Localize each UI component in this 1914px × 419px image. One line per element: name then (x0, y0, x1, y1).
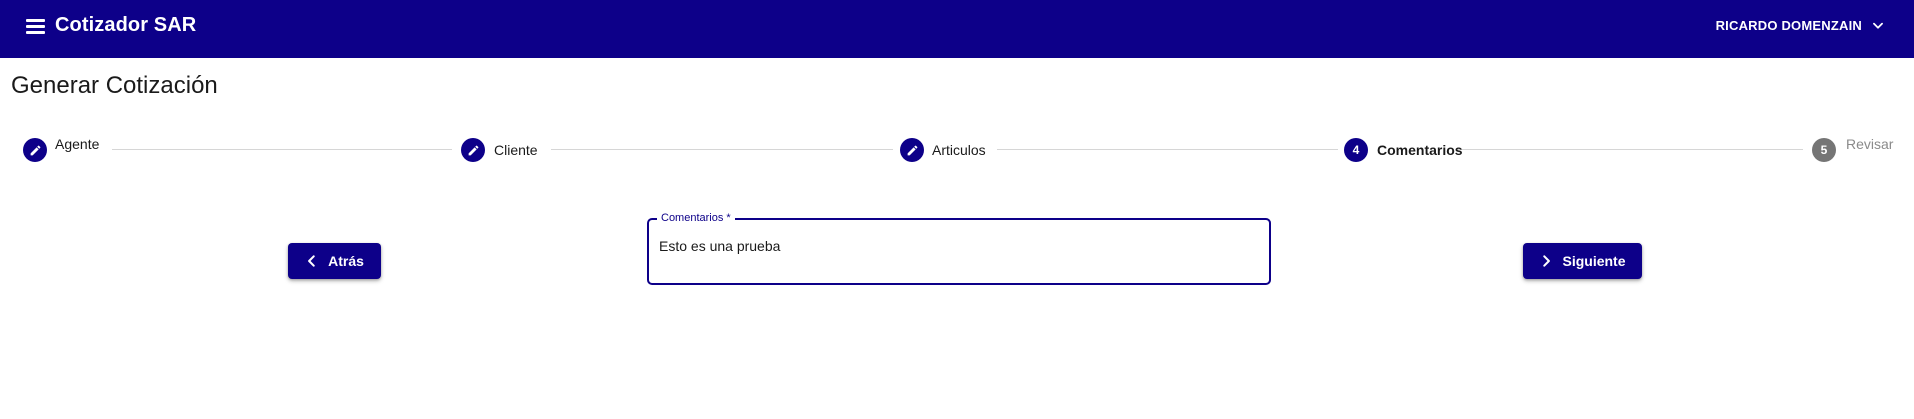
chevron-left-icon (308, 255, 315, 267)
stepper: Agente Cliente Articulos 4 Comentarios 5… (0, 132, 1914, 168)
comments-field[interactable]: Comentarios * (647, 211, 1271, 285)
step-agente-edit-icon[interactable] (23, 138, 47, 162)
step-revisar-label[interactable]: Revisar (1846, 136, 1893, 152)
next-button[interactable]: Siguiente (1523, 243, 1642, 279)
next-button-label: Siguiente (1562, 253, 1626, 269)
user-menu[interactable]: RICARDO DOMENZAIN (1716, 18, 1885, 33)
step-agente-label[interactable]: Agente (55, 136, 99, 152)
step-connector (1457, 149, 1803, 150)
page-title: Generar Cotización (11, 72, 218, 99)
step-revisar-number[interactable]: 5 (1812, 138, 1836, 162)
user-name: RICARDO DOMENZAIN (1715, 18, 1862, 33)
edit-icon (907, 145, 917, 155)
step-connector (112, 149, 452, 150)
app-title: Cotizador SAR (55, 14, 197, 36)
back-button[interactable]: Atrás (288, 243, 381, 279)
top-app-bar: Cotizador SAR RICARDO DOMENZAIN (0, 0, 1914, 58)
step-connector (551, 149, 893, 150)
step-comentarios-number[interactable]: 4 (1344, 138, 1368, 162)
comments-input[interactable] (659, 238, 1249, 254)
step-comentarios-label[interactable]: Comentarios (1377, 142, 1463, 158)
edit-icon (30, 145, 40, 155)
back-button-label: Atrás (328, 253, 364, 269)
step-cliente-edit-icon[interactable] (461, 138, 485, 162)
edit-icon (468, 145, 478, 155)
comments-field-label: Comentarios * (657, 211, 735, 225)
step-articulos-edit-icon[interactable] (900, 138, 924, 162)
chevron-down-icon (1873, 22, 1883, 29)
step-articulos-label[interactable]: Articulos (932, 142, 986, 158)
chevron-right-icon (1543, 255, 1551, 267)
menu-icon[interactable] (26, 19, 45, 34)
step-connector (997, 149, 1338, 150)
step-cliente-label[interactable]: Cliente (494, 142, 538, 158)
